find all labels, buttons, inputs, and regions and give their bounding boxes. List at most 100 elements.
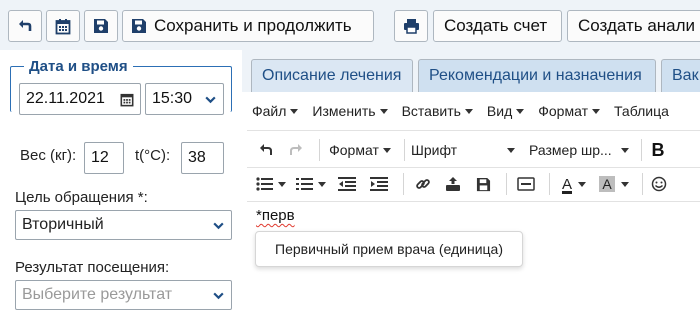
font-size-dropdown[interactable]: Размер шр... (523, 136, 631, 164)
print-button[interactable] (394, 10, 428, 42)
text-color-icon: A (561, 175, 572, 193)
rich-text-editor-area: Описание лечения Рекомендации и назначен… (242, 50, 700, 310)
separator (642, 173, 643, 195)
tab-label: Вак (672, 67, 699, 84)
chevron-down-icon (205, 96, 216, 104)
printer-icon (403, 19, 419, 34)
toolbar-divider (247, 130, 700, 131)
floppy-disk-icon (94, 19, 108, 33)
weight-value: 12 (91, 149, 109, 166)
link-button[interactable] (410, 170, 436, 198)
datetime-legend: Дата и время (24, 58, 133, 75)
outdent-icon (338, 177, 356, 191)
emoji-button[interactable] (649, 170, 669, 198)
editor-menu-bar: Файл Изменить Вставить Вид Формат Таблиц… (247, 92, 700, 130)
result-select[interactable]: Выберите результат (15, 280, 232, 310)
variable-field-icon (517, 177, 535, 191)
size-label: Размер шр... (529, 142, 612, 158)
emoji-icon (651, 176, 667, 192)
purpose-value: Вторичный (22, 216, 104, 233)
save-content-button[interactable] (470, 170, 496, 198)
floppy-disk-icon (132, 19, 146, 33)
insert-image-button[interactable] (440, 170, 466, 198)
calendar-icon (55, 18, 71, 34)
back-arrow-icon (19, 20, 32, 31)
autocomplete-suggestion[interactable]: Первичный прием врача (единица) (255, 231, 523, 267)
highlight-color-button[interactable]: A (596, 170, 632, 198)
weight-input[interactable]: 12 (84, 142, 124, 174)
caret-down-icon (620, 181, 629, 187)
tabs-bar: Описание лечения Рекомендации и назначен… (242, 50, 700, 92)
tab-label: Рекомендации и назначения (429, 67, 642, 84)
date-value: 22.11.2021 (26, 90, 105, 107)
menu-view[interactable]: Вид (487, 103, 525, 119)
highlight-color-icon: A (599, 176, 615, 192)
tab-treatment-description[interactable]: Описание лечения (251, 59, 413, 92)
separator (403, 173, 404, 195)
menu-table[interactable]: Таблица (614, 103, 669, 119)
numbered-list-icon (296, 178, 313, 190)
redo-icon (290, 144, 302, 155)
numbered-list-button[interactable] (293, 170, 329, 198)
link-icon (416, 179, 430, 189)
calendar-icon[interactable] (120, 92, 134, 107)
caret-down-icon (278, 181, 286, 187)
menu-format[interactable]: Формат (538, 103, 600, 119)
purpose-select[interactable]: Вторичный (15, 210, 232, 240)
menu-label: Изменить (312, 103, 376, 119)
image-upload-icon (446, 177, 460, 191)
menu-label: Файл (252, 103, 287, 119)
undo-button[interactable] (253, 136, 279, 164)
create-analysis-button[interactable]: Создать анали (567, 10, 700, 42)
caret-down-icon (464, 108, 473, 114)
back-button[interactable] (8, 10, 42, 42)
caret-down-icon (507, 147, 515, 153)
floppy-disk-icon (476, 177, 490, 191)
font-dropdown[interactable]: Шрифт (411, 136, 519, 164)
caret-down-icon (290, 108, 299, 114)
separator (319, 139, 320, 161)
caret-down-icon (516, 108, 525, 114)
menu-insert[interactable]: Вставить (402, 103, 473, 119)
indent-button[interactable] (365, 170, 393, 198)
suggestion-label: Первичный прием врача (единица) (275, 241, 503, 257)
result-placeholder: Выберите результат (22, 286, 173, 303)
calendar-button[interactable] (46, 10, 80, 42)
save-and-continue-button[interactable]: Сохранить и продолжить (122, 10, 374, 42)
visit-details-panel: Дата и время 22.11.2021 15:30 Вес (кг): … (0, 50, 242, 310)
save-and-continue-label: Сохранить и продолжить (154, 16, 352, 35)
date-input[interactable]: 22.11.2021 (19, 83, 141, 115)
caret-down-icon (621, 147, 629, 153)
bullet-list-button[interactable] (253, 170, 289, 198)
caret-down-icon (318, 181, 326, 187)
outdent-button[interactable] (333, 170, 361, 198)
toolbar-divider (247, 201, 700, 202)
time-select[interactable]: 15:30 (145, 83, 224, 115)
font-label: Шрифт (411, 142, 458, 158)
temperature-input[interactable]: 38 (181, 142, 224, 174)
bullet-list-icon (256, 177, 273, 191)
separator (549, 173, 550, 195)
bold-button[interactable]: B (648, 136, 668, 164)
text-color-button[interactable]: A (556, 170, 592, 198)
save-button[interactable] (84, 10, 118, 42)
create-invoice-label: Создать счет (444, 16, 548, 35)
tab-label: Описание лечения (262, 67, 402, 84)
time-value: 15:30 (152, 90, 193, 107)
format-dropdown[interactable]: Формат (326, 136, 394, 164)
tab-recommendations[interactable]: Рекомендации и назначения (418, 59, 656, 92)
menu-label: Формат (538, 103, 588, 119)
caret-down-icon (578, 181, 586, 187)
editor-content[interactable]: *перв (256, 207, 295, 224)
menu-label: Вставить (401, 103, 461, 119)
menu-file[interactable]: Файл (252, 103, 299, 119)
menu-edit[interactable]: Изменить (312, 103, 388, 119)
insert-toolbar-row: A A (247, 168, 700, 200)
separator (641, 139, 642, 161)
insert-variable-button[interactable] (513, 170, 539, 198)
redo-button[interactable] (283, 136, 309, 164)
format-toolbar-row: Формат Шрифт Размер шр... B (247, 134, 700, 166)
caret-down-icon (379, 108, 388, 114)
tab-vaccination[interactable]: Вак (661, 59, 700, 92)
create-invoice-button[interactable]: Создать счет (433, 10, 562, 42)
